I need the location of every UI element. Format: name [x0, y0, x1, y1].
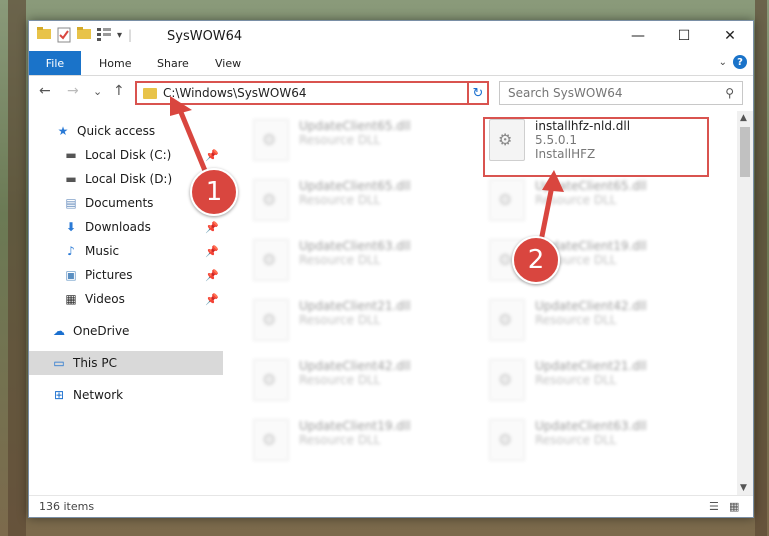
arrow-1 — [170, 96, 211, 179]
step-2-badge: 2 — [512, 236, 560, 284]
annotation-arrows — [170, 96, 564, 247]
arrow-2 — [537, 170, 564, 247]
step-1-badge: 1 — [190, 168, 238, 216]
